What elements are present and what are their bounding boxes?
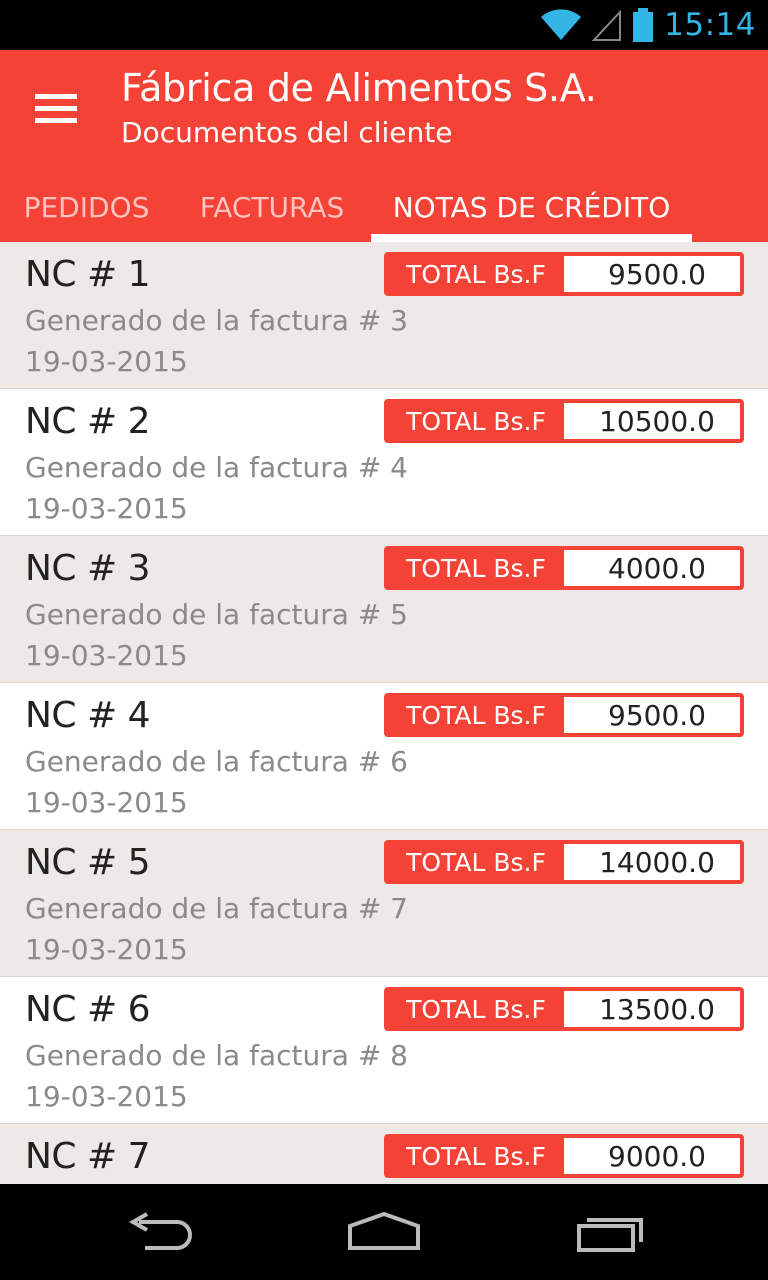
total-label: TOTAL Bs.F <box>406 1141 546 1171</box>
app-bar: Fábrica de Alimentos S.A. Documentos del… <box>0 50 768 242</box>
tab-notas-de-credito[interactable]: NOTAS DE CRÉDITO <box>371 172 692 242</box>
credit-note-origin: Generado de la factura # 5 <box>25 598 408 631</box>
home-icon <box>348 1212 420 1250</box>
list-item[interactable]: NC # 4 Generado de la factura # 6 19-03-… <box>0 683 768 830</box>
total-value: 13500.0 <box>564 991 740 1027</box>
clock: 15:14 <box>664 7 756 43</box>
credit-note-date: 19-03-2015 <box>25 345 188 378</box>
total-box: TOTAL Bs.F 13500.0 <box>384 987 744 1031</box>
status-bar: 15:14 <box>0 0 768 50</box>
credit-note-number: NC # 5 <box>25 842 151 883</box>
total-label: TOTAL Bs.F <box>406 994 546 1024</box>
total-value: 4000.0 <box>564 550 740 586</box>
total-box: TOTAL Bs.F 4000.0 <box>384 546 744 590</box>
credit-note-date: 19-03-2015 <box>25 786 188 819</box>
navigation-bar <box>0 1184 768 1280</box>
tab-facturas[interactable]: FACTURAS <box>173 172 371 242</box>
credit-note-origin: Generado de la factura # 3 <box>25 304 408 337</box>
menu-button[interactable] <box>26 84 86 134</box>
total-value: 10500.0 <box>564 403 740 439</box>
recent-apps-button[interactable] <box>560 1206 660 1258</box>
total-label: TOTAL Bs.F <box>406 406 546 436</box>
signal-icon <box>592 9 622 41</box>
credit-note-date: 19-03-2015 <box>25 933 188 966</box>
credit-note-number: NC # 7 <box>25 1136 151 1177</box>
credit-note-origin: Generado de la factura # 7 <box>25 892 408 925</box>
total-label: TOTAL Bs.F <box>406 553 546 583</box>
list-item[interactable]: NC # 6 Generado de la factura # 8 19-03-… <box>0 977 768 1124</box>
total-box: TOTAL Bs.F 10500.0 <box>384 399 744 443</box>
credit-note-origin: Generado de la factura # 8 <box>25 1039 408 1072</box>
total-label: TOTAL Bs.F <box>406 847 546 877</box>
tab-pedidos[interactable]: PEDIDOS <box>0 172 173 242</box>
credit-note-date: 19-03-2015 <box>25 1080 188 1113</box>
credit-note-number: NC # 2 <box>25 401 151 442</box>
credit-note-number: NC # 4 <box>25 695 151 736</box>
total-value: 9500.0 <box>564 256 740 292</box>
page-subtitle: Documentos del cliente <box>121 116 453 149</box>
total-value: 14000.0 <box>564 844 740 880</box>
battery-icon <box>633 8 654 42</box>
credit-note-date: 19-03-2015 <box>25 492 188 525</box>
credit-note-number: NC # 3 <box>25 548 151 589</box>
total-value: 9000.0 <box>564 1138 740 1174</box>
list-item[interactable]: NC # 3 Generado de la factura # 5 19-03-… <box>0 536 768 683</box>
recent-apps-icon <box>577 1218 643 1252</box>
credit-notes-list[interactable]: NC # 1 Generado de la factura # 3 19-03-… <box>0 242 768 1184</box>
tab-bar: PEDIDOS FACTURAS NOTAS DE CRÉDITO <box>0 172 768 242</box>
home-button[interactable] <box>334 1206 434 1258</box>
total-label: TOTAL Bs.F <box>406 259 546 289</box>
total-box: TOTAL Bs.F 14000.0 <box>384 840 744 884</box>
total-label: TOTAL Bs.F <box>406 700 546 730</box>
hamburger-menu-icon <box>35 94 77 123</box>
total-box: TOTAL Bs.F 9000.0 <box>384 1134 744 1178</box>
back-icon <box>128 1212 192 1250</box>
list-item[interactable]: NC # 5 Generado de la factura # 7 19-03-… <box>0 830 768 977</box>
credit-note-origin: Generado de la factura # 4 <box>25 451 408 484</box>
credit-note-date: 19-03-2015 <box>25 639 188 672</box>
credit-note-number: NC # 6 <box>25 989 151 1030</box>
total-value: 9500.0 <box>564 697 740 733</box>
list-item[interactable]: NC # 1 Generado de la factura # 3 19-03-… <box>0 242 768 389</box>
total-box: TOTAL Bs.F 9500.0 <box>384 252 744 296</box>
list-item[interactable]: NC # 2 Generado de la factura # 4 19-03-… <box>0 389 768 536</box>
credit-note-number: NC # 1 <box>25 254 151 295</box>
credit-note-origin: Generado de la factura # 6 <box>25 745 408 778</box>
back-button[interactable] <box>110 1206 210 1258</box>
wifi-icon <box>541 9 582 40</box>
list-item[interactable]: NC # 7 TOTAL Bs.F 9000.0 <box>0 1124 768 1184</box>
page-title: Fábrica de Alimentos S.A. <box>121 66 597 110</box>
total-box: TOTAL Bs.F 9500.0 <box>384 693 744 737</box>
